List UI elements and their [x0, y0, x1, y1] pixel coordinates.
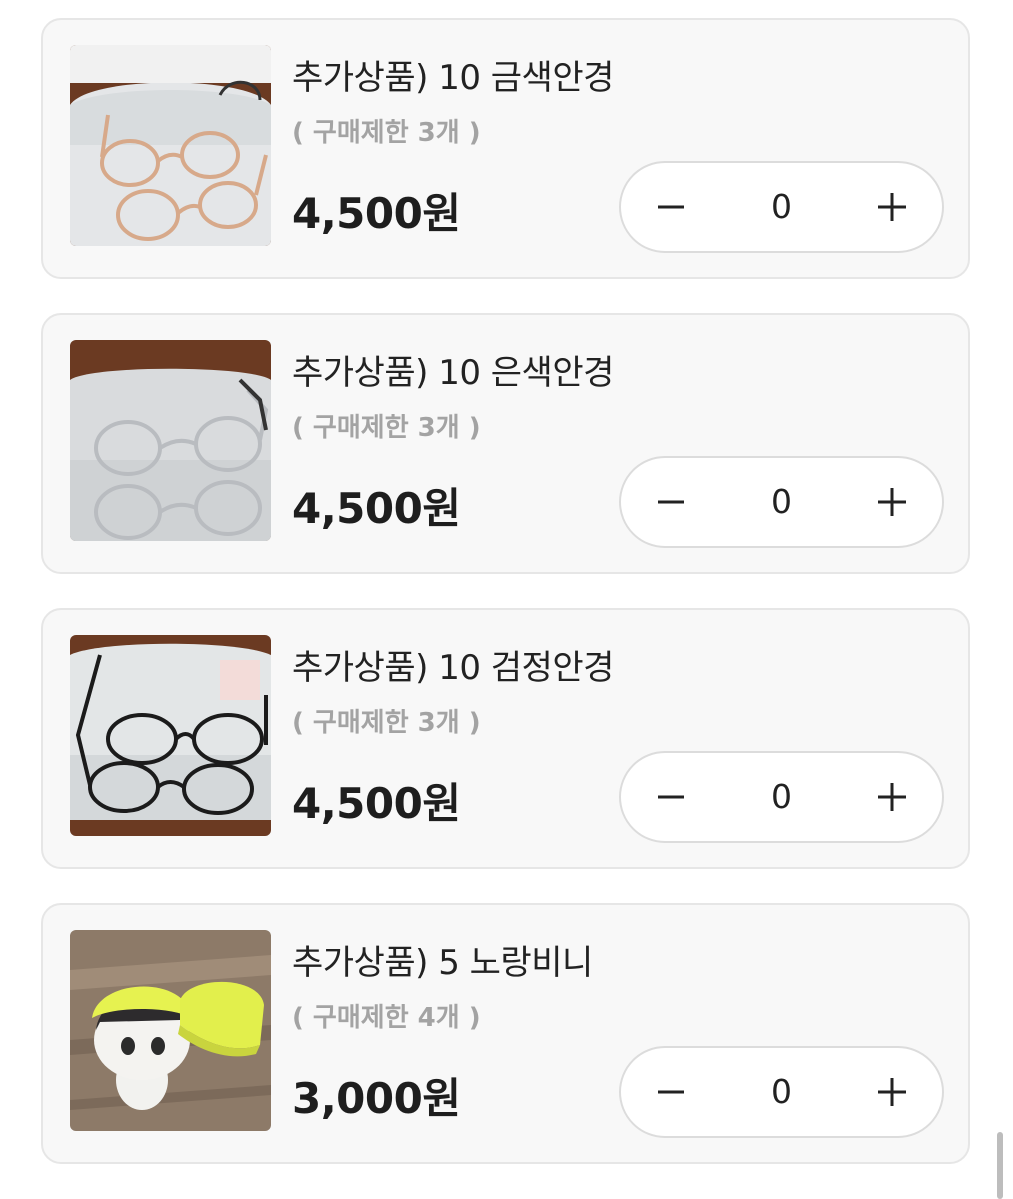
- increase-button[interactable]: [856, 171, 928, 243]
- product-price: 4,500원: [292, 779, 461, 828]
- plus-icon: [878, 1078, 906, 1106]
- product-card: 추가상품) 5 노랑비니 ( 구매제한 4개 ) 3,000원 0: [41, 903, 970, 1164]
- quantity-value: 0: [771, 187, 792, 226]
- decrease-button[interactable]: [635, 466, 707, 538]
- purchase-limit: ( 구매제한 3개 ): [292, 708, 481, 738]
- purchase-limit: ( 구매제한 4개 ): [292, 1003, 481, 1033]
- quantity-value: 0: [771, 482, 792, 521]
- quantity-value: 0: [771, 777, 792, 816]
- minus-icon: [658, 1090, 684, 1094]
- decrease-button[interactable]: [635, 171, 707, 243]
- product-price: 4,500원: [292, 484, 461, 533]
- increase-button[interactable]: [856, 761, 928, 833]
- product-card: 추가상품) 10 은색안경 ( 구매제한 3개 ) 4,500원 0: [41, 313, 970, 574]
- product-title: 추가상품) 10 은색안경: [292, 353, 614, 393]
- purchase-limit: ( 구매제한 3개 ): [292, 118, 481, 148]
- increase-button[interactable]: [856, 466, 928, 538]
- minus-icon: [658, 500, 684, 504]
- product-card: 추가상품) 10 검정안경 ( 구매제한 3개 ) 4,500원 0: [41, 608, 970, 869]
- product-price: 4,500원: [292, 189, 461, 238]
- product-image-silver-glasses: [70, 340, 271, 541]
- increase-button[interactable]: [856, 1056, 928, 1128]
- quantity-stepper: 0: [619, 161, 944, 253]
- product-card: 추가상품) 10 금색안경 ( 구매제한 3개 ) 4,500원 0: [41, 18, 970, 279]
- product-title: 추가상품) 10 금색안경: [292, 58, 614, 98]
- product-image-black-glasses: [70, 635, 271, 836]
- scrollbar[interactable]: [997, 1132, 1003, 1199]
- product-image-gold-glasses: [70, 45, 271, 246]
- plus-icon: [878, 783, 906, 811]
- product-title: 추가상품) 5 노랑비니: [292, 943, 593, 983]
- quantity-value: 0: [771, 1072, 792, 1111]
- product-title: 추가상품) 10 검정안경: [292, 648, 614, 688]
- quantity-stepper: 0: [619, 456, 944, 548]
- product-price: 3,000원: [292, 1074, 461, 1123]
- minus-icon: [658, 795, 684, 799]
- minus-icon: [658, 205, 684, 209]
- purchase-limit: ( 구매제한 3개 ): [292, 413, 481, 443]
- plus-icon: [878, 193, 906, 221]
- plus-icon: [878, 488, 906, 516]
- decrease-button[interactable]: [635, 761, 707, 833]
- product-image-yellow-beanie: [70, 930, 271, 1131]
- quantity-stepper: 0: [619, 1046, 944, 1138]
- add-on-product-list: 추가상품) 10 금색안경 ( 구매제한 3개 ) 4,500원 0 추가상품)…: [0, 0, 1013, 1199]
- quantity-stepper: 0: [619, 751, 944, 843]
- decrease-button[interactable]: [635, 1056, 707, 1128]
